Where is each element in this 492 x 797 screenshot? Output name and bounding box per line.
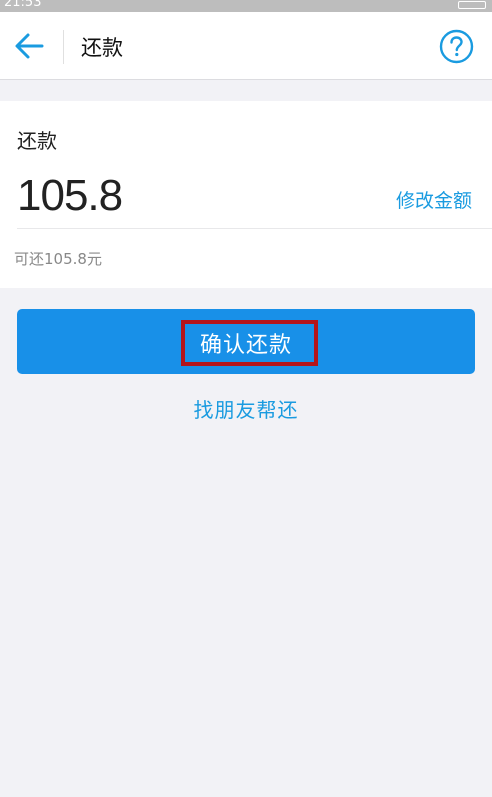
back-arrow-icon[interactable] bbox=[12, 31, 46, 61]
repayment-amount[interactable]: 105.8 bbox=[17, 171, 123, 221]
confirm-repayment-label: 确认还款 bbox=[199, 333, 292, 358]
page-title: 还款 bbox=[81, 36, 123, 60]
repayment-card: 还款 105.8 修改金额 可还105.8元 bbox=[0, 101, 492, 288]
nav-bar: 还款 bbox=[0, 12, 492, 80]
battery-icon bbox=[458, 1, 486, 9]
repayment-label: 还款 bbox=[17, 129, 57, 153]
status-bar: 21:53 bbox=[0, 0, 492, 12]
status-time: 21:53 bbox=[4, 0, 42, 10]
ask-friend-link[interactable]: 找朋友帮还 bbox=[0, 394, 492, 423]
help-icon[interactable] bbox=[439, 29, 474, 64]
confirm-repayment-button[interactable]: 确认还款 bbox=[17, 309, 475, 374]
available-amount-text: 可还105.8元 bbox=[14, 250, 102, 268]
modify-amount-link[interactable]: 修改金额 bbox=[396, 186, 472, 213]
card-divider bbox=[17, 228, 492, 229]
nav-divider bbox=[63, 30, 64, 64]
